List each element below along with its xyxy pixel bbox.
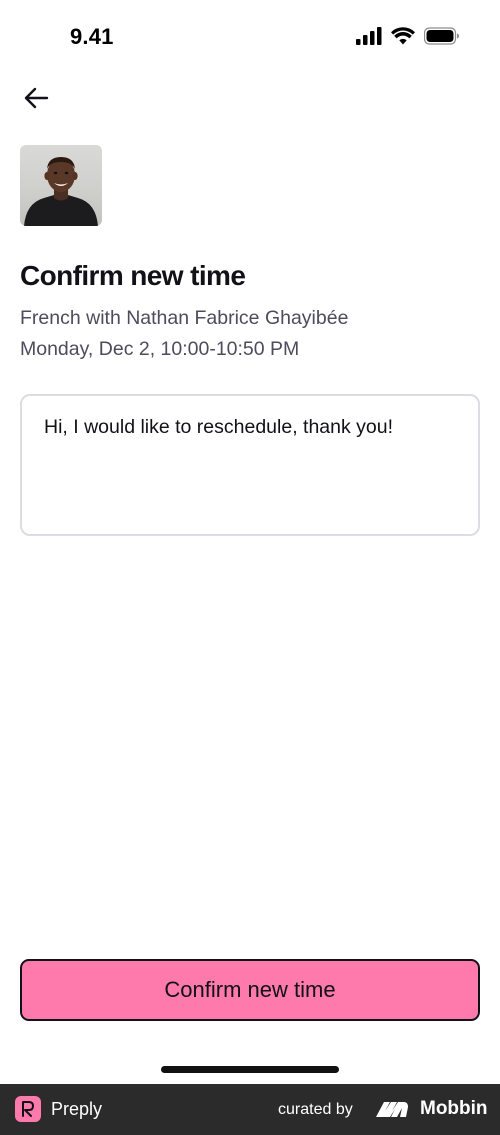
back-button[interactable]	[18, 80, 54, 116]
home-indicator	[161, 1066, 339, 1073]
confirm-new-time-button[interactable]: Confirm new time	[20, 959, 480, 1021]
status-bar: 9.41	[0, 0, 500, 75]
tutor-avatar	[20, 145, 102, 226]
arrow-left-icon	[24, 87, 49, 109]
status-time: 9.41	[70, 24, 114, 49]
mobbin-logo-icon	[376, 1102, 408, 1117]
lesson-subject: French with Nathan Fabrice Ghayibée	[20, 307, 349, 329]
preply-logo-icon	[15, 1096, 41, 1122]
preply-name: Preply	[51, 1099, 103, 1119]
status-icons	[356, 27, 460, 45]
battery-icon	[424, 27, 459, 45]
curated-by-label: curated by	[278, 1101, 353, 1118]
wifi-icon	[391, 27, 415, 45]
page-title: Confirm new time	[20, 260, 246, 291]
lesson-datetime: Monday, Dec 2, 10:00-10:50 PM	[20, 338, 300, 360]
footer-bar: Preply curated by Mobbin	[0, 1084, 500, 1135]
signal-icon	[356, 27, 382, 45]
tutor-photo	[24, 157, 98, 226]
message-text: Hi, I would like to reschedule, thank yo…	[44, 416, 394, 438]
message-textarea[interactable]: Hi, I would like to reschedule, thank yo…	[20, 394, 480, 536]
reschedule-confirm-screen: 9.41 Confirm new time French with Nathan…	[0, 0, 500, 1135]
mobbin-name: Mobbin	[420, 1098, 488, 1119]
